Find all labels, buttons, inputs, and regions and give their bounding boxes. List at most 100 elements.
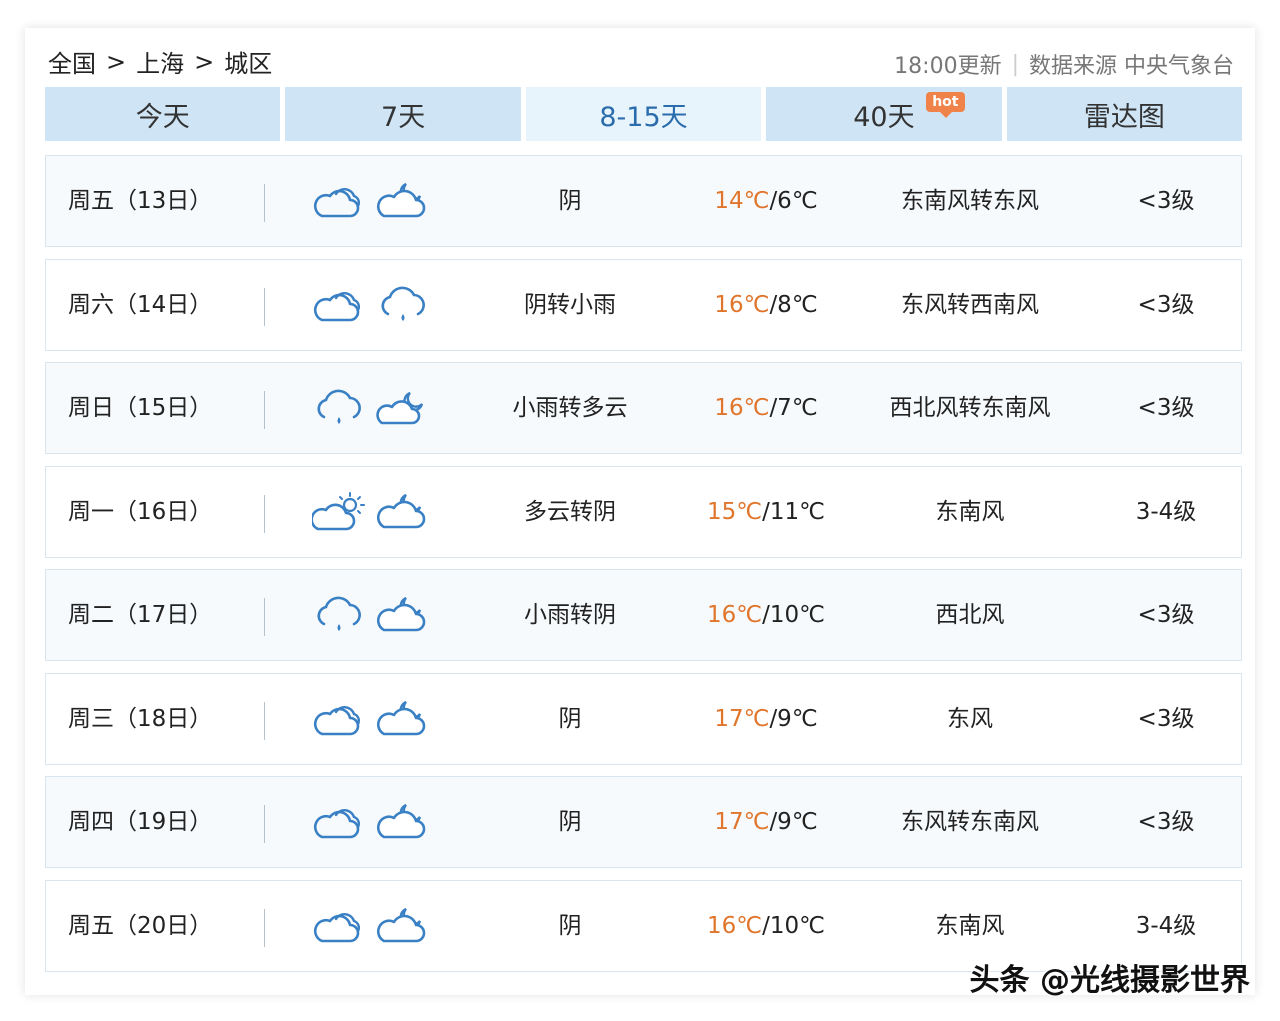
temperature-low: /9℃: [769, 705, 818, 732]
weather-condition: 阴: [558, 912, 582, 939]
divider: [264, 908, 265, 947]
overcast-icon: [312, 801, 376, 849]
temperature-high: 16℃: [707, 602, 763, 628]
breadcrumb-country[interactable]: 全国: [48, 44, 96, 79]
breadcrumb-separator: >: [106, 47, 127, 76]
tab-40-days[interactable]: 40天 hot: [766, 87, 1002, 141]
temperature-low: /10℃: [762, 602, 825, 628]
wind-level: <3级: [1137, 809, 1195, 835]
weather-icons: [312, 284, 440, 332]
weather-condition: 阴: [558, 705, 582, 732]
wind-level: <3级: [1137, 188, 1195, 214]
day-label: 周五（20日）: [68, 912, 213, 939]
wind-direction: 东风转西南风: [901, 291, 1039, 318]
temperature-low: /8℃: [769, 291, 818, 318]
update-time: 18:00更新: [894, 54, 1002, 79]
forecast-row: 周二（17日） 小雨转阴 16℃/10℃ 西北风 <3级: [45, 569, 1242, 661]
weather-condition: 阴: [558, 809, 582, 835]
weather-icons: [312, 801, 440, 849]
overcast-icon: [312, 180, 376, 228]
tab-label: 7天: [381, 101, 426, 133]
temperature-low: /9℃: [769, 809, 818, 835]
wind-direction: 东风: [947, 705, 993, 732]
divider: [264, 287, 265, 326]
temperature-high: 17℃: [714, 809, 770, 835]
breadcrumb-separator: >: [194, 47, 215, 76]
weather-condition: 小雨转阴: [524, 602, 616, 628]
breadcrumb-city[interactable]: 上海: [136, 44, 184, 79]
weather-icons: [312, 594, 440, 642]
tab-label: 雷达图: [1083, 101, 1165, 133]
day-label: 周四（19日）: [68, 809, 213, 835]
day-label: 周五（13日）: [68, 188, 213, 214]
tab-today[interactable]: 今天: [45, 87, 281, 141]
wind-level: <3级: [1137, 395, 1195, 421]
cloudy-night-icon: [376, 594, 440, 642]
temperature: 17℃/9℃: [666, 777, 866, 867]
divider: [264, 701, 265, 740]
temperature: 16℃/10℃: [666, 881, 866, 971]
wind-direction: 东南风: [935, 498, 1005, 525]
cloudy-night-icon: [376, 180, 440, 228]
temperature-high: 16℃: [714, 291, 770, 318]
weather-condition: 多云转阴: [524, 498, 616, 525]
divider: [264, 391, 265, 429]
overcast-icon: [312, 698, 376, 746]
weather-condition: 阴转小雨: [524, 291, 616, 318]
partly-cloudy-day-icon: [310, 491, 376, 539]
temperature: 17℃/9℃: [666, 674, 866, 764]
light-rain-icon: [312, 387, 376, 435]
day-label: 周六（14日）: [68, 291, 213, 318]
divider: [264, 598, 265, 636]
weather-icons: [312, 905, 440, 953]
wind-level: <3级: [1137, 602, 1195, 628]
forecast-row: 周五（13日） 阴 14℃/6℃ 东南风转东风 <3级: [45, 155, 1242, 247]
temperature: 16℃/8℃: [666, 260, 866, 350]
wind-direction: 东风转东南风: [901, 809, 1039, 835]
tab-label: 今天: [135, 101, 190, 133]
weather-condition: 小雨转多云: [512, 395, 628, 421]
tab-8-15-days[interactable]: 8-15天: [525, 87, 762, 141]
weather-icons: [312, 698, 440, 746]
forecast-row: 周六（14日） 阴转小雨 16℃/8℃ 东风转西南风 <3级: [45, 258, 1242, 351]
temperature-high: 15℃: [707, 498, 763, 525]
forecast-row: 周三（18日） 阴 17℃/9℃ 东风 <3级: [45, 672, 1242, 765]
temperature-high: 16℃: [707, 912, 763, 939]
hot-badge: hot: [926, 92, 965, 118]
day-label: 周二（17日）: [68, 602, 213, 628]
day-label: 周三（18日）: [68, 705, 213, 732]
breadcrumb: 全国 > 上海 > 城区: [48, 44, 272, 79]
day-label: 周日（15日）: [68, 395, 213, 421]
data-source: 数据来源 中央气象台: [1029, 54, 1234, 79]
temperature-low: /7℃: [769, 395, 818, 421]
tab-7-days[interactable]: 7天: [285, 87, 521, 141]
partly-cloudy-night-icon: [376, 387, 440, 435]
cloudy-night-icon: [376, 698, 440, 746]
wind-level: 3-4级: [1135, 498, 1197, 525]
day-label: 周一（16日）: [68, 498, 213, 525]
wind-direction: 西北风: [935, 602, 1005, 628]
overcast-icon: [312, 905, 376, 953]
cloudy-night-icon: [376, 801, 440, 849]
wind-level: <3级: [1137, 291, 1195, 318]
divider: [264, 184, 265, 222]
temperature-low: /11℃: [762, 498, 825, 525]
forecast-list: 周五（13日）阴 14℃/6℃ 东南风转东风 <3级 周六（14日） 阴转小雨 16℃/8℃…: [45, 155, 1242, 983]
forecast-row: 周日（15日） 小雨转多云 16℃/7℃ 西北风转东南风 <3级: [45, 362, 1242, 454]
temperature-high: 16℃: [714, 395, 770, 421]
tab-label: 40天: [853, 101, 915, 133]
watermark: 头条 @光线摄影世界: [969, 963, 1250, 998]
divider: |: [1011, 51, 1019, 77]
temperature-high: 17℃: [714, 705, 770, 732]
forecast-row: 周一（16日） 多云转阴 15℃/11℃ 东南风 3-4级: [45, 465, 1242, 558]
tab-radar[interactable]: 雷达图: [1006, 87, 1243, 141]
wind-direction: 东南风转东风: [901, 188, 1039, 214]
tab-label: 8-15天: [599, 101, 688, 133]
weather-condition: 阴: [558, 188, 582, 214]
update-info: 18:00更新 | 数据来源 中央气象台: [894, 48, 1234, 80]
cloudy-night-icon: [376, 905, 440, 953]
overcast-icon: [312, 284, 376, 332]
light-rain-icon: [312, 594, 376, 642]
wind-level: <3级: [1137, 705, 1195, 732]
forecast-row: 周四（19日） 阴 17℃/9℃ 东风转东南风 <3级: [45, 776, 1242, 868]
